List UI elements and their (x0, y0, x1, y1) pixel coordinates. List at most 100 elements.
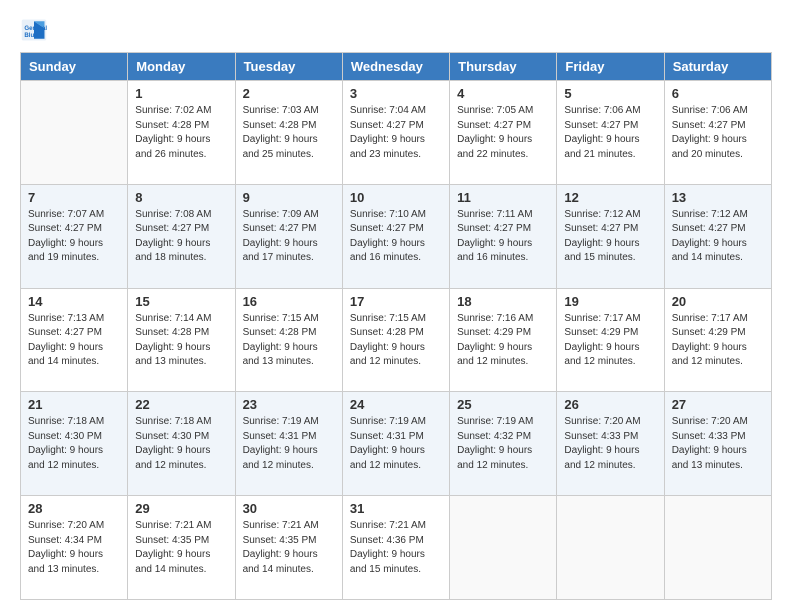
day-number: 29 (135, 501, 227, 516)
day-number: 5 (564, 86, 656, 101)
day-header-wednesday: Wednesday (342, 53, 449, 81)
day-number: 11 (457, 190, 549, 205)
day-info: Sunrise: 7:16 AMSunset: 4:29 PMDaylight:… (457, 312, 549, 370)
day-number: 1 (135, 86, 227, 101)
day-info: Sunrise: 7:17 AMSunset: 4:29 PMDaylight:… (672, 312, 764, 370)
day-number: 2 (243, 86, 335, 101)
day-number: 22 (135, 397, 227, 412)
day-info: Sunrise: 7:03 AMSunset: 4:28 PMDaylight:… (243, 104, 335, 162)
day-info: Sunrise: 7:11 AMSunset: 4:27 PMDaylight:… (457, 208, 549, 266)
day-info: Sunrise: 7:15 AMSunset: 4:28 PMDaylight:… (350, 312, 442, 370)
day-number: 3 (350, 86, 442, 101)
day-number: 19 (564, 294, 656, 309)
calendar-cell: 1 Sunrise: 7:02 AMSunset: 4:28 PMDaylight… (128, 81, 235, 185)
calendar-cell: 9 Sunrise: 7:09 AMSunset: 4:27 PMDaylight… (235, 184, 342, 288)
day-number: 24 (350, 397, 442, 412)
day-number: 18 (457, 294, 549, 309)
header: General Blue (20, 16, 772, 44)
day-info: Sunrise: 7:12 AMSunset: 4:27 PMDaylight:… (564, 208, 656, 266)
calendar-cell: 13 Sunrise: 7:12 AMSunset: 4:27 PMDayligh… (664, 184, 771, 288)
calendar-cell: 8 Sunrise: 7:08 AMSunset: 4:27 PMDaylight… (128, 184, 235, 288)
calendar-cell: 30Sunrise: 7:21 AMSunset: 4:35 PMDayligh… (235, 496, 342, 600)
day-info: Sunrise: 7:21 AMSunset: 4:35 PMDaylight:… (135, 519, 227, 577)
calendar-table: SundayMondayTuesdayWednesdayThursdayFrid… (20, 52, 772, 600)
calendar-cell: 3 Sunrise: 7:04 AMSunset: 4:27 PMDaylight… (342, 81, 449, 185)
calendar-cell: 6 Sunrise: 7:06 AMSunset: 4:27 PMDaylight… (664, 81, 771, 185)
calendar-cell: 25 Sunrise: 7:19 AMSunset: 4:32 PMDayligh… (450, 392, 557, 496)
day-header-tuesday: Tuesday (235, 53, 342, 81)
day-info: Sunrise: 7:21 AMSunset: 4:36 PMDaylight:… (350, 519, 442, 577)
day-info: Sunrise: 7:18 AMSunset: 4:30 PMDaylight:… (135, 415, 227, 473)
day-info: Sunrise: 7:06 AMSunset: 4:27 PMDaylight:… (564, 104, 656, 162)
calendar-page: General Blue SundayMondayTuesdayWednesda… (0, 0, 792, 612)
calendar-cell: 22 Sunrise: 7:18 AMSunset: 4:30 PMDayligh… (128, 392, 235, 496)
calendar-cell: 29 Sunrise: 7:21 AMSunset: 4:35 PMDayligh… (128, 496, 235, 600)
calendar-cell: 10Sunrise: 7:10 AMSunset: 4:27 PMDayligh… (342, 184, 449, 288)
calendar-cell: 2 Sunrise: 7:03 AMSunset: 4:28 PMDaylight… (235, 81, 342, 185)
day-number: 31 (350, 501, 442, 516)
svg-text:General: General (24, 25, 47, 32)
day-number: 28 (28, 501, 120, 516)
day-number: 17 (350, 294, 442, 309)
day-info: Sunrise: 7:18 AMSunset: 4:30 PMDaylight:… (28, 415, 120, 473)
calendar-cell: 11 Sunrise: 7:11 AMSunset: 4:27 PMDayligh… (450, 184, 557, 288)
calendar-cell: 23 Sunrise: 7:19 AMSunset: 4:31 PMDayligh… (235, 392, 342, 496)
day-number: 25 (457, 397, 549, 412)
calendar-cell: 12 Sunrise: 7:12 AMSunset: 4:27 PMDayligh… (557, 184, 664, 288)
day-number: 8 (135, 190, 227, 205)
calendar-cell: 15Sunrise: 7:14 AMSunset: 4:28 PMDayligh… (128, 288, 235, 392)
day-header-thursday: Thursday (450, 53, 557, 81)
day-info: Sunrise: 7:07 AMSunset: 4:27 PMDaylight:… (28, 208, 120, 266)
day-number: 10 (350, 190, 442, 205)
calendar-cell: 17 Sunrise: 7:15 AMSunset: 4:28 PMDayligh… (342, 288, 449, 392)
day-number: 9 (243, 190, 335, 205)
calendar-cell: 7 Sunrise: 7:07 AMSunset: 4:27 PMDaylight… (21, 184, 128, 288)
calendar-cell (557, 496, 664, 600)
day-info: Sunrise: 7:06 AMSunset: 4:27 PMDaylight:… (672, 104, 764, 162)
day-number: 16 (243, 294, 335, 309)
calendar-cell (21, 81, 128, 185)
day-info: Sunrise: 7:19 AMSunset: 4:32 PMDaylight:… (457, 415, 549, 473)
svg-text:Blue: Blue (24, 32, 38, 39)
day-number: 20 (672, 294, 764, 309)
day-info: Sunrise: 7:12 AMSunset: 4:27 PMDaylight:… (672, 208, 764, 266)
logo: General Blue (20, 16, 52, 44)
day-number: 14 (28, 294, 120, 309)
day-info: Sunrise: 7:20 AMSunset: 4:33 PMDaylight:… (564, 415, 656, 473)
day-number: 13 (672, 190, 764, 205)
calendar-cell: 26 Sunrise: 7:20 AMSunset: 4:33 PMDayligh… (557, 392, 664, 496)
day-number: 15 (135, 294, 227, 309)
day-number: 7 (28, 190, 120, 205)
calendar-cell: 18 Sunrise: 7:16 AMSunset: 4:29 PMDayligh… (450, 288, 557, 392)
day-info: Sunrise: 7:04 AMSunset: 4:27 PMDaylight:… (350, 104, 442, 162)
day-number: 12 (564, 190, 656, 205)
day-info: Sunrise: 7:20 AMSunset: 4:34 PMDaylight:… (28, 519, 120, 577)
day-header-monday: Monday (128, 53, 235, 81)
day-number: 21 (28, 397, 120, 412)
day-info: Sunrise: 7:08 AMSunset: 4:27 PMDaylight:… (135, 208, 227, 266)
day-number: 6 (672, 86, 764, 101)
day-info: Sunrise: 7:02 AMSunset: 4:28 PMDaylight:… (135, 104, 227, 162)
calendar-cell: 31 Sunrise: 7:21 AMSunset: 4:36 PMDayligh… (342, 496, 449, 600)
day-number: 27 (672, 397, 764, 412)
calendar-cell: 4Sunrise: 7:05 AMSunset: 4:27 PMDaylight… (450, 81, 557, 185)
day-header-saturday: Saturday (664, 53, 771, 81)
logo-icon: General Blue (20, 16, 48, 44)
calendar-cell: 5 Sunrise: 7:06 AMSunset: 4:27 PMDaylight… (557, 81, 664, 185)
day-info: Sunrise: 7:17 AMSunset: 4:29 PMDaylight:… (564, 312, 656, 370)
calendar-cell: 28 Sunrise: 7:20 AMSunset: 4:34 PMDayligh… (21, 496, 128, 600)
day-info: Sunrise: 7:09 AMSunset: 4:27 PMDaylight:… (243, 208, 335, 266)
calendar-cell: 14 Sunrise: 7:13 AMSunset: 4:27 PMDayligh… (21, 288, 128, 392)
calendar-cell: 24Sunrise: 7:19 AMSunset: 4:31 PMDayligh… (342, 392, 449, 496)
day-info: Sunrise: 7:20 AMSunset: 4:33 PMDaylight:… (672, 415, 764, 473)
day-number: 23 (243, 397, 335, 412)
calendar-cell: 20 Sunrise: 7:17 AMSunset: 4:29 PMDayligh… (664, 288, 771, 392)
day-info: Sunrise: 7:19 AMSunset: 4:31 PMDaylight:… (243, 415, 335, 473)
day-info: Sunrise: 7:13 AMSunset: 4:27 PMDaylight:… (28, 312, 120, 370)
day-number: 26 (564, 397, 656, 412)
day-info: Sunrise: 7:15 AMSunset: 4:28 PMDaylight:… (243, 312, 335, 370)
day-info: Sunrise: 7:21 AMSunset: 4:35 PMDaylight:… (243, 519, 335, 577)
calendar-cell: 21 Sunrise: 7:18 AMSunset: 4:30 PMDayligh… (21, 392, 128, 496)
calendar-cell (664, 496, 771, 600)
day-header-friday: Friday (557, 53, 664, 81)
